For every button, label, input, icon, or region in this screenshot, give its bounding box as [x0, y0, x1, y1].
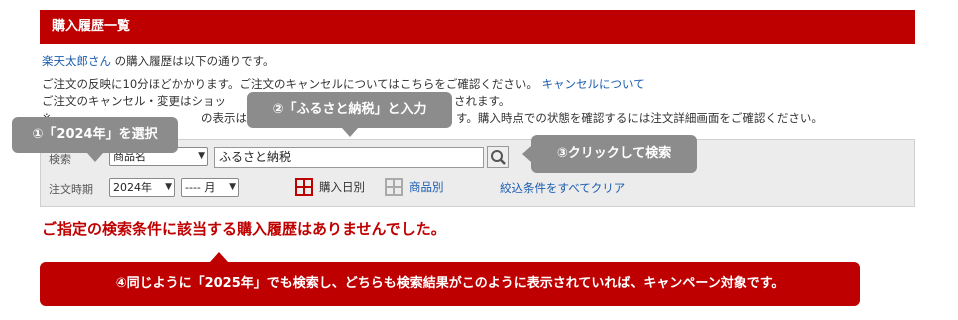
callout-step-1: ①「2024年」を選択 [12, 117, 178, 162]
chevron-down-icon: ▼ [198, 151, 205, 161]
callout-step-3: ③クリックして検索 [522, 135, 697, 173]
user-name-link[interactable]: 楽天太郎さん [42, 54, 111, 68]
keyword-input[interactable]: ふるさと納税 [214, 147, 484, 168]
chevron-down-icon: ▼ [229, 182, 236, 192]
magnifier-icon [491, 150, 506, 165]
search-label: 検索 [49, 153, 71, 166]
intro-line-3: ご注文のキャンセル・変更はショッ [42, 93, 226, 109]
callout-step-4: ④同じように「2025年」でも検索し、どちらも検索結果がこのように表示されていれ… [40, 252, 860, 306]
view-by-date-label: 購入日別 [319, 180, 365, 194]
grid-red-icon [295, 178, 313, 196]
view-by-item-button[interactable]: 商品別 [385, 178, 444, 196]
intro-line-1: 楽天太郎さん の購入履歴は以下の通りです。 [42, 53, 275, 69]
search-button[interactable] [487, 146, 509, 168]
chevron-down-icon: ▼ [165, 182, 172, 192]
month-value: ---- 月 [185, 181, 216, 194]
clear-filters-link[interactable]: 絞込条件をすべてクリア [500, 180, 625, 196]
intro-line-2: ご注文の反映に10分ほどかかります。ご注文のキャンセルについてはこちらをご確認く… [42, 76, 645, 92]
period-label: 注文時期 [49, 183, 93, 196]
grid-gray-icon [385, 178, 403, 196]
view-by-item-label: 商品別 [409, 180, 444, 194]
callout-step-2: ②「ふるさと納税」と入力 [247, 92, 452, 137]
intro-line-3-end: されます。 [454, 94, 511, 108]
cancel-info-link[interactable]: キャンセルについて [542, 77, 645, 91]
year-value: 2024年 [113, 181, 152, 194]
intro-line-4-end: す。購入時点での状態を確認するには注文詳細画面をご確認ください。 [456, 111, 823, 125]
intro-reflect-text: ご注文の反映に10分ほどかかります。ご注文のキャンセルについてはこちらをご確認く… [42, 77, 538, 91]
page-title: 購入履歴一覧 [40, 10, 915, 44]
month-select[interactable]: ---- 月 ▼ [181, 178, 239, 197]
no-result-message: ご指定の検索条件に該当する購入履歴はありませんでした。 [42, 220, 446, 238]
intro-line-3-start: ご注文のキャンセル・変更はショッ [42, 94, 226, 108]
year-select[interactable]: 2024年 ▼ [109, 178, 175, 197]
intro-user-suffix: の購入履歴は以下の通りです。 [111, 54, 275, 68]
view-by-date-button[interactable]: 購入日別 [295, 178, 365, 196]
